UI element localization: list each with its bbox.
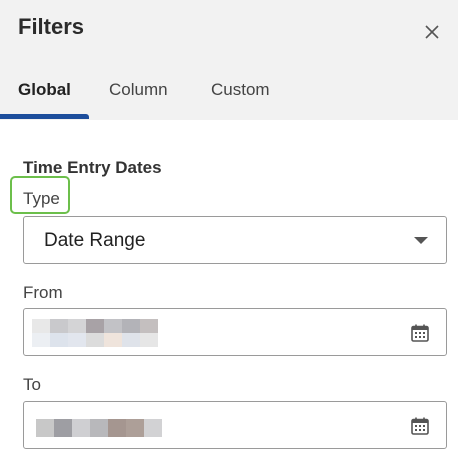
filter-tabs: Global Column Custom: [0, 64, 458, 120]
section-title: Time Entry Dates: [23, 158, 162, 177]
calendar-icon[interactable]: [410, 323, 430, 343]
redacted-value: [32, 319, 158, 347]
filters-panel: Filters Global Column Custom Time Entry …: [0, 0, 458, 467]
tab-global[interactable]: Global: [18, 64, 71, 120]
close-icon: [425, 25, 439, 39]
close-button[interactable]: [420, 20, 444, 44]
to-label: To: [23, 375, 41, 394]
tab-label: Custom: [211, 80, 270, 99]
active-tab-indicator: [0, 114, 89, 119]
tab-label: Column: [109, 80, 168, 99]
filters-header: Filters Global Column Custom: [0, 0, 458, 120]
calendar-icon[interactable]: [410, 416, 430, 436]
from-date-input[interactable]: [23, 308, 447, 356]
type-select-value: Date Range: [44, 230, 146, 251]
to-date-input[interactable]: [23, 401, 447, 449]
tab-label: Global: [18, 80, 71, 99]
from-label: From: [23, 283, 63, 302]
type-label: Type: [23, 189, 60, 208]
type-select[interactable]: Date Range: [23, 216, 447, 264]
tab-column[interactable]: Column: [109, 64, 168, 120]
tab-custom[interactable]: Custom: [211, 64, 270, 120]
redacted-value: [36, 419, 162, 437]
panel-title: Filters: [18, 14, 85, 39]
chevron-down-icon: [414, 237, 428, 244]
